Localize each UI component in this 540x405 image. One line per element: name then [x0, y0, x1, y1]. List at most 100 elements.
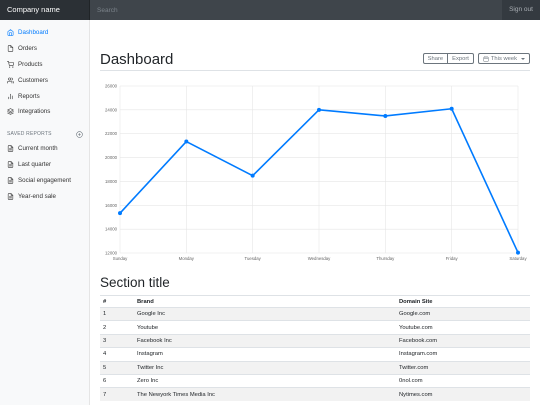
saved-report-label: Last quarter	[18, 160, 52, 168]
row-brand: Google Inc	[134, 306, 396, 321]
sidebar-item-label: Integrations	[18, 108, 51, 116]
saved-report-label: Current month	[18, 145, 58, 153]
table-row: 4 Instagram Instagram.com	[100, 347, 530, 362]
table-row: 5 Twitter Inc Twitter.com	[100, 360, 530, 375]
chart-x-ticks: Sunday Monday Tuesday Wednesday Thursday Frid…	[113, 256, 528, 261]
row-brand: The Newyork Times Media Inc	[134, 387, 396, 402]
chart-y-tick-label: 26000	[105, 84, 118, 89]
chart-y-tick-label: 14000	[105, 227, 118, 232]
saved-reports-label: SAVED REPORTS	[7, 131, 52, 138]
sidebar-item-label: Reports	[18, 92, 40, 100]
chart-data-point	[118, 211, 122, 216]
bar-chart-icon	[8, 93, 13, 99]
chevron-down-icon	[521, 57, 525, 60]
sidebar: Dashboard Orders Products Customers Repo…	[0, 20, 90, 405]
table-header-row: # Brand Domain Site	[100, 295, 530, 308]
chart-data-point	[317, 107, 321, 112]
saved-reports-heading: SAVED REPORTS	[0, 128, 89, 141]
row-number: 1	[100, 306, 134, 321]
search-input[interactable]	[90, 0, 502, 20]
chart-data-point	[449, 106, 454, 111]
row-brand: Youtube	[134, 320, 396, 335]
row-number: 6	[100, 373, 134, 388]
row-brand: Zero Inc	[134, 373, 396, 388]
file-text-icon	[7, 192, 14, 200]
export-button[interactable]: Export	[448, 53, 474, 64]
table-row: 1 Google Inc Google.com	[100, 306, 530, 321]
period-label: This week	[490, 55, 517, 62]
saved-report-current-month[interactable]: Current month	[0, 141, 89, 157]
chart-y-tick-label: 22000	[105, 131, 118, 136]
chart-x-tick-label: Monday	[179, 256, 195, 261]
toolbar: Share Export This week	[422, 53, 530, 64]
sidebar-item-label: Customers	[18, 76, 48, 84]
brand-name[interactable]: Company name	[0, 0, 90, 20]
home-icon	[7, 29, 14, 37]
row-domain: Google.com	[396, 306, 530, 321]
saved-report-year-end-sale[interactable]: Year-end sale	[0, 188, 89, 204]
row-number: 5	[100, 360, 134, 375]
row-domain: Youtube.com	[396, 320, 530, 335]
row-domain: Nytimes.com	[396, 387, 530, 402]
row-number: 4	[100, 347, 134, 362]
sidebar-item-reports[interactable]: Reports	[0, 88, 89, 104]
section-title: Section title	[100, 275, 170, 290]
row-number: 2	[100, 320, 134, 335]
sidebar-item-label: Products	[18, 60, 43, 68]
sidebar-item-orders[interactable]: Orders	[0, 41, 89, 57]
period-dropdown[interactable]: This week	[477, 53, 530, 64]
chart-y-tick-label: 18000	[105, 179, 118, 184]
chart-y-tick-label: 24000	[105, 107, 118, 112]
page-header: Dashboard Share Export This week	[100, 51, 530, 71]
sidebar-item-integrations[interactable]: Integrations	[0, 104, 89, 120]
row-domain: 0nol.com	[396, 373, 530, 388]
saved-report-last-quarter[interactable]: Last quarter	[0, 157, 89, 173]
plus-circle-icon[interactable]	[76, 131, 83, 138]
file-text-icon	[7, 177, 14, 184]
file-text-icon	[7, 161, 14, 168]
chart-x-tick-label: Friday	[446, 256, 459, 261]
users-icon	[7, 77, 14, 84]
chart-data-point	[250, 173, 255, 178]
row-number: 7	[100, 387, 134, 402]
sign-out-link[interactable]: Sign out	[502, 0, 540, 20]
column-header-brand: Brand	[134, 295, 396, 308]
row-brand: Instagram	[134, 347, 396, 362]
layers-icon	[7, 108, 14, 116]
sidebar-item-label: Dashboard	[18, 29, 49, 37]
table-row: 6 Zero Inc 0nol.com	[100, 373, 530, 388]
file-text-icon	[7, 145, 14, 152]
chart-y-tick-label: 20000	[105, 155, 118, 160]
row-domain: Facebook.com	[396, 333, 530, 348]
file-icon	[7, 45, 14, 52]
column-header-domain: Domain Site	[396, 295, 530, 308]
row-number: 3	[100, 333, 134, 348]
row-brand: Twitter Inc	[134, 360, 396, 375]
line-chart: 12000 14000 16000 18000 20000 22000 24000 26000…	[105, 84, 528, 262]
shopping-cart-icon	[7, 60, 14, 68]
column-header-number: #	[100, 295, 134, 308]
share-button[interactable]: Share	[422, 53, 449, 64]
chart-y-ticks: 12000 14000 16000 18000 20000 22000 24000 26000	[105, 84, 118, 256]
top-navbar: Company name Sign out	[0, 0, 540, 20]
chart-y-tick-label: 12000	[105, 251, 118, 256]
chart-x-tick-label: Thursday	[376, 256, 395, 261]
table-row: 2 Youtube Youtube.com	[100, 320, 530, 335]
sidebar-item-dashboard[interactable]: Dashboard	[0, 25, 89, 41]
row-brand: Facebook Inc	[134, 333, 396, 348]
sidebar-item-products[interactable]: Products	[0, 57, 89, 73]
chart-data-point	[383, 113, 388, 118]
page-title: Dashboard	[100, 51, 174, 68]
saved-report-social-engagement[interactable]: Social engagement	[0, 172, 89, 188]
calendar-icon	[483, 55, 489, 62]
sidebar-item-label: Orders	[18, 45, 37, 53]
chart-x-tick-label: Saturday	[509, 256, 527, 261]
chart-x-tick-label: Tuesday	[245, 256, 262, 261]
chart-data-point	[184, 139, 189, 144]
saved-report-label: Social engagement	[18, 176, 71, 184]
table-row: 3 Facebook Inc Facebook.com	[100, 333, 530, 348]
data-table: # Brand Domain Site 1 Google Inc Google.…	[100, 295, 530, 402]
sidebar-item-customers[interactable]: Customers	[0, 72, 89, 88]
chart-y-tick-label: 16000	[105, 203, 118, 208]
row-domain: Instagram.com	[396, 347, 530, 362]
